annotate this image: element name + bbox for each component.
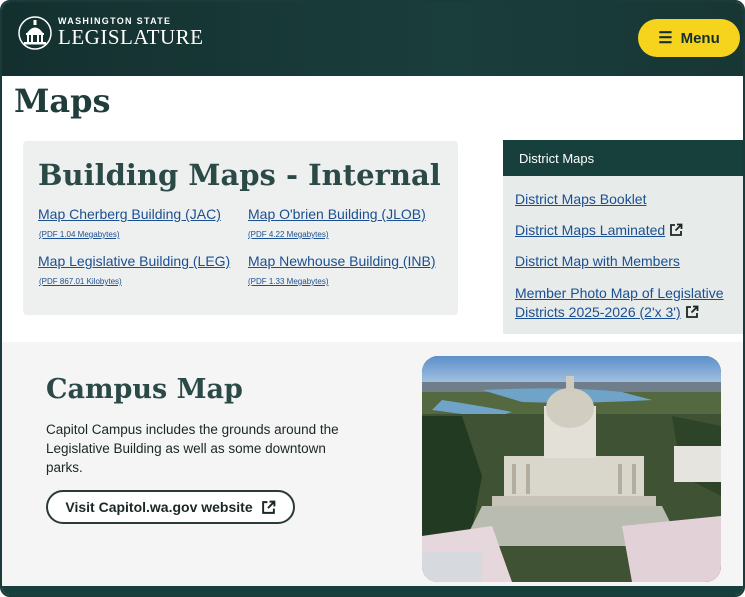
footer-band <box>2 586 743 595</box>
map-size-cherberg[interactable]: (PDF 1.04 Megabytes) <box>39 230 119 239</box>
capitol-dome-icon <box>18 16 52 50</box>
building-maps-title: Building Maps - Internal <box>38 158 441 192</box>
page-frame: WASHINGTON STATE LEGISLATURE ☰ Menu Maps… <box>0 0 745 597</box>
logo-big-text: LEGISLATURE <box>58 25 204 49</box>
logo-text: WASHINGTON STATE LEGISLATURE <box>58 16 204 50</box>
district-link-laminated-label: District Maps Laminated <box>515 222 666 238</box>
district-link-photo-map[interactable]: Member Photo Map of Legislative District… <box>515 284 740 322</box>
district-link-booklet-label: District Maps Booklet <box>515 191 647 207</box>
menu-button[interactable]: ☰ Menu <box>638 19 740 57</box>
visit-capitol-button[interactable]: Visit Capitol.wa.gov website <box>46 490 295 524</box>
map-size-newhouse[interactable]: (PDF 1.33 Megabytes) <box>248 277 328 286</box>
site-header: WASHINGTON STATE LEGISLATURE ☰ Menu <box>2 2 743 76</box>
map-link-newhouse[interactable]: Map Newhouse Building (INB) <box>248 253 436 269</box>
district-link-members[interactable]: District Map with Members <box>515 252 680 271</box>
map-link-cherberg[interactable]: Map Cherberg Building (JAC) <box>38 206 221 222</box>
external-link-icon <box>685 305 699 318</box>
map-size-legislative[interactable]: (PDF 867.01 Kilobytes) <box>39 277 122 286</box>
site-logo[interactable]: WASHINGTON STATE LEGISLATURE <box>18 16 204 50</box>
campus-description: Capitol Campus includes the grounds arou… <box>46 422 339 475</box>
page-title: Maps <box>14 82 111 120</box>
district-link-members-label: District Map with Members <box>515 253 680 269</box>
map-link-obrien[interactable]: Map O'brien Building (JLOB) <box>248 206 426 222</box>
external-link-icon <box>261 500 275 514</box>
external-link-icon <box>670 223 683 236</box>
map-link-legislative[interactable]: Map Legislative Building (LEG) <box>38 253 230 269</box>
map-size-obrien[interactable]: (PDF 4.22 Megabytes) <box>248 230 328 239</box>
capitol-photo-illustration <box>422 356 721 582</box>
district-link-booklet[interactable]: District Maps Booklet <box>515 190 646 209</box>
district-maps-panel: District Maps District Maps Booklet Dist… <box>503 140 743 334</box>
hamburger-icon: ☰ <box>658 30 673 47</box>
district-link-laminated[interactable]: District Maps Laminated <box>515 221 683 240</box>
menu-label: Menu <box>680 29 720 47</box>
district-maps-heading: District Maps <box>503 140 743 176</box>
capitol-aerial-photo <box>422 356 721 582</box>
visit-capitol-label: Visit Capitol.wa.gov website <box>65 499 253 515</box>
campus-title: Campus Map <box>46 374 243 405</box>
